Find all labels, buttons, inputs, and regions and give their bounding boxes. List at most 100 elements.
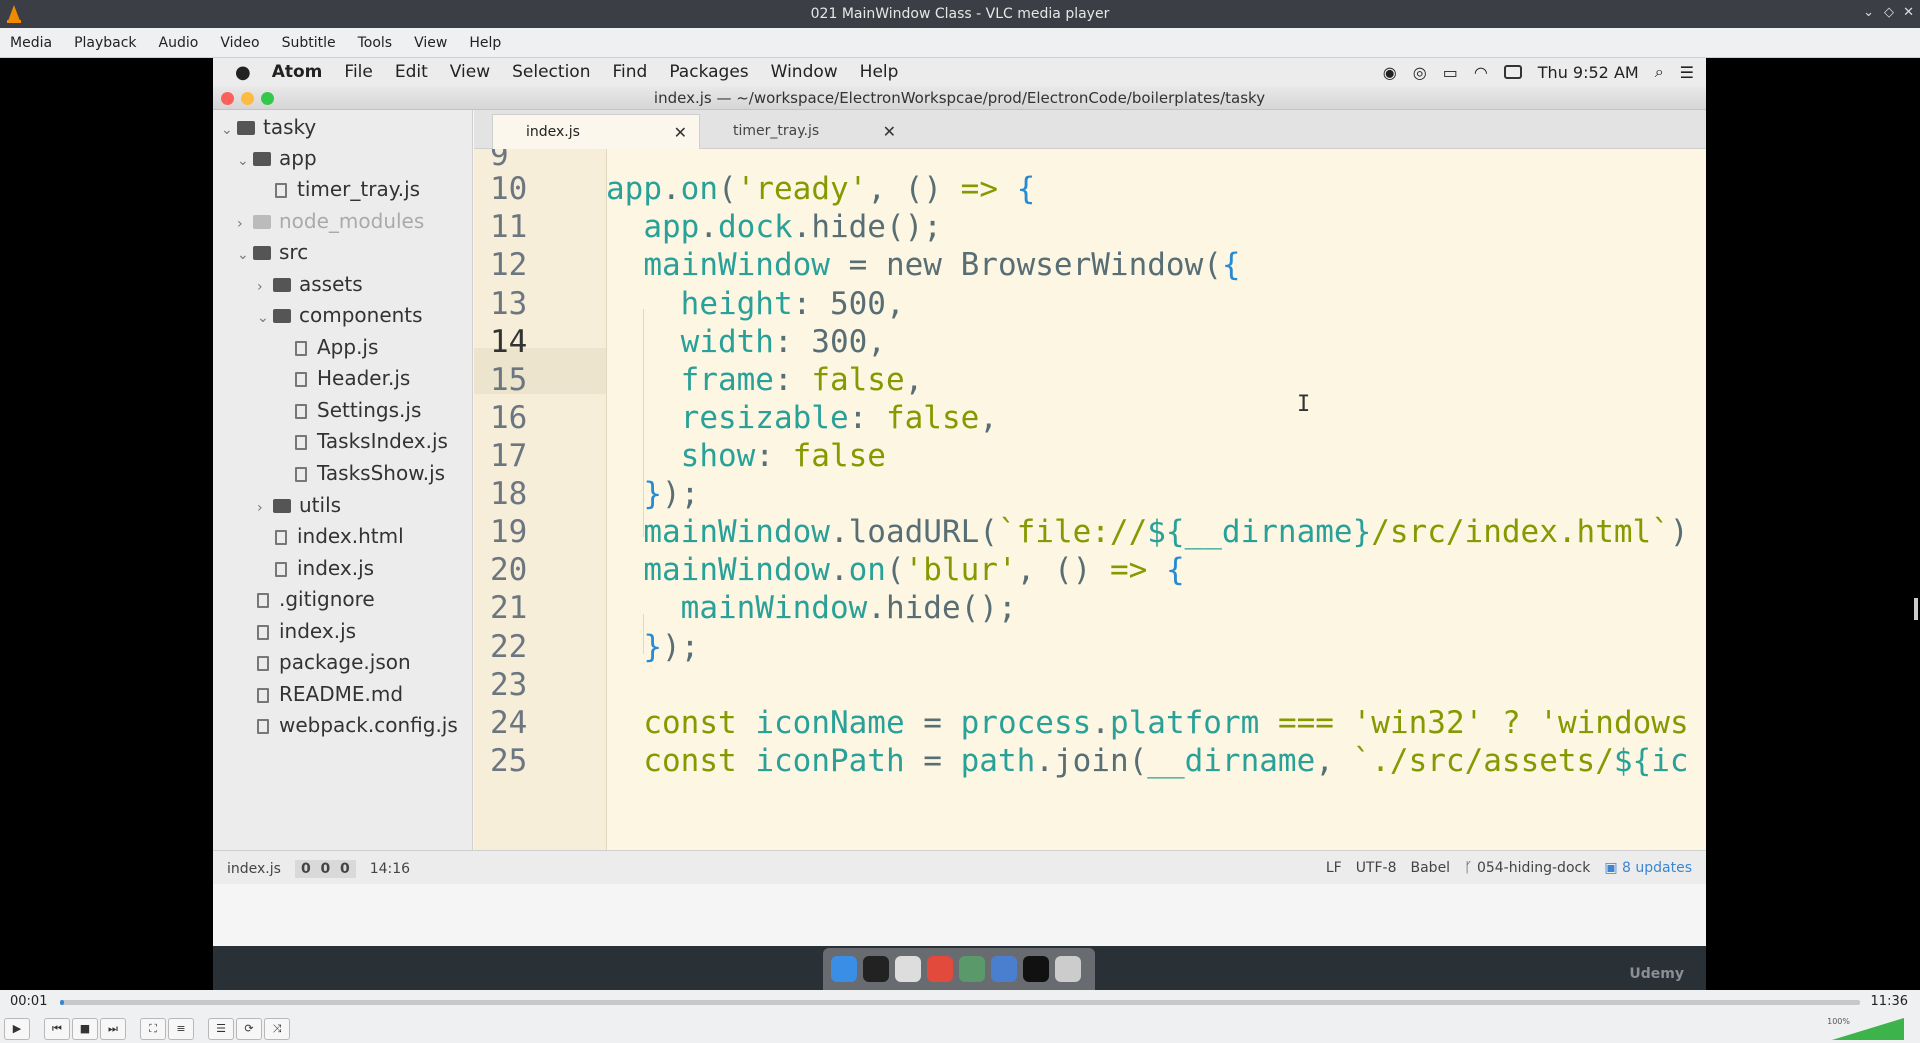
file-icon [295, 341, 307, 356]
menu-help[interactable]: Help [459, 35, 513, 51]
battery-icon [1503, 65, 1522, 79]
mac-menu-help: Help [859, 62, 899, 82]
mac-menu-view: View [449, 62, 491, 82]
atom-window: index.js — ~/workspace/ElectronWorkspcae… [213, 86, 1706, 946]
code-line: app.on('ready', () => { [606, 171, 1036, 207]
volume-slider[interactable] [1832, 1016, 1904, 1040]
line-number: 15 [490, 362, 528, 398]
code-line: }); [643, 629, 700, 665]
seek-slider[interactable] [60, 1000, 1860, 1005]
code-line: frame: false, [680, 362, 924, 398]
menu-subtitle[interactable]: Subtitle [272, 35, 348, 51]
emoji-icon [895, 956, 921, 982]
mac-menu-edit: Edit [394, 62, 428, 82]
file-icon [275, 562, 287, 577]
mac-menubar: ● Atom File Edit View Selection Find Pac… [213, 58, 1706, 86]
menu-view[interactable]: View [404, 35, 459, 51]
folder-icon [253, 215, 271, 229]
video-frame: ● Atom File Edit View Selection Find Pac… [213, 58, 1706, 990]
close-icon[interactable]: ✕ [1903, 5, 1914, 20]
line-number: 25 [490, 743, 528, 779]
tree-item: index.js [257, 616, 356, 646]
code-line: const iconName = process.platform === 'w… [643, 705, 1689, 741]
folder-icon [273, 309, 291, 323]
atom-icon [959, 956, 985, 982]
shuffle-button[interactable]: ⤨ [264, 1017, 290, 1040]
code-line: app.dock.hide(); [643, 209, 942, 245]
playlist-button[interactable]: ☰ [208, 1017, 234, 1040]
line-number: 9 [490, 149, 509, 173]
maximize-icon[interactable]: ◇ [1884, 5, 1894, 20]
mac-menu-file: File [344, 62, 373, 82]
folder-icon [253, 246, 271, 260]
status-branch: ᚴ 054-hiding-dock [1464, 860, 1591, 876]
line-number: 12 [490, 247, 528, 283]
code-line: show: false [680, 438, 886, 474]
file-icon [257, 625, 269, 640]
tab-timer-tray-js: timer_tray.js ✕ [733, 122, 896, 141]
seek-row: 00:01 11:36 [0, 990, 1920, 1014]
code-line: width: 300, [680, 324, 886, 360]
tree-item: › node_modules [237, 209, 425, 233]
atom-title-bar: index.js — ~/workspace/ElectronWorkspcae… [213, 86, 1706, 110]
atom-window-title: index.js — ~/workspace/ElectronWorkspcae… [653, 89, 1266, 107]
folder-icon [1023, 956, 1049, 982]
window-title: 021 MainWindow Class - VLC media player [810, 6, 1110, 22]
line-number: 13 [490, 286, 528, 322]
code-line: height: 500, [680, 286, 905, 322]
video-area[interactable]: ● Atom File Edit View Selection Find Pac… [0, 58, 1920, 990]
stop-button[interactable]: ■ [72, 1017, 98, 1040]
tree-item: ⌄ tasky [221, 115, 317, 139]
mac-clock: Thu 9:52 AM [1537, 62, 1639, 82]
tree-item: README.md [257, 679, 403, 709]
folder-icon [237, 121, 255, 135]
record-icon: ◉ [1382, 62, 1397, 82]
glasses-icon: ◎ [1412, 62, 1427, 82]
line-number: 10 [490, 171, 528, 207]
git-branch-icon: ᚴ [1464, 860, 1473, 876]
tree-item: › assets [257, 272, 363, 296]
file-icon [257, 593, 269, 608]
previous-button[interactable]: ⏮ [44, 1017, 70, 1040]
menu-playback[interactable]: Playback [64, 35, 148, 51]
wifi-icon: ◠ [1473, 62, 1488, 82]
minimize-icon[interactable]: ⌄ [1863, 5, 1874, 20]
line-number: 19 [490, 514, 528, 550]
fullscreen-button[interactable]: ⛶ [140, 1017, 166, 1040]
loop-button[interactable]: ⟳ [236, 1017, 262, 1040]
volume-fill [1832, 1018, 1904, 1040]
close-icon: ✕ [673, 123, 687, 142]
folder-icon [273, 499, 291, 513]
menu-video[interactable]: Video [210, 35, 271, 51]
airplay-icon: ▭ [1442, 62, 1458, 82]
play-button[interactable]: ▶ [4, 1017, 30, 1040]
status-encoding: UTF-8 [1355, 860, 1397, 876]
code-editor: 9 10 11 12 13 14 15 16 17 18 19 20 21 22… [474, 149, 1706, 850]
tree-item: index.html [275, 521, 404, 551]
tree-item: webpack.config.js [257, 710, 458, 740]
tree-item: Header.js [295, 363, 410, 393]
file-icon [257, 688, 269, 703]
tree-item: App.js [295, 332, 378, 362]
tree-item: .gitignore [257, 584, 375, 614]
next-button[interactable]: ⏭ [100, 1017, 126, 1040]
extended-settings-button[interactable]: ≡ [168, 1017, 194, 1040]
code-line: }); [643, 476, 700, 512]
tree-item: Settings.js [295, 395, 421, 425]
line-number: 17 [490, 438, 528, 474]
udemy-watermark: Udemy [1629, 966, 1684, 982]
edge-marker [1914, 598, 1918, 620]
status-updates: ▣ 8 updates [1604, 860, 1692, 876]
finder-icon [831, 956, 857, 982]
file-icon [295, 404, 307, 419]
code-line: mainWindow.loadURL(`file://${__dirname}/… [643, 514, 1689, 550]
terminal-icon [863, 956, 889, 982]
code-line: mainWindow.hide(); [680, 590, 1017, 626]
status-eol: LF [1325, 860, 1342, 876]
file-icon [295, 372, 307, 387]
menu-media[interactable]: Media [0, 35, 64, 51]
menu-tools[interactable]: Tools [348, 35, 405, 51]
menu-audio[interactable]: Audio [149, 35, 211, 51]
status-cursor-position: 14:16 [369, 861, 411, 877]
line-number: 22 [490, 629, 528, 665]
